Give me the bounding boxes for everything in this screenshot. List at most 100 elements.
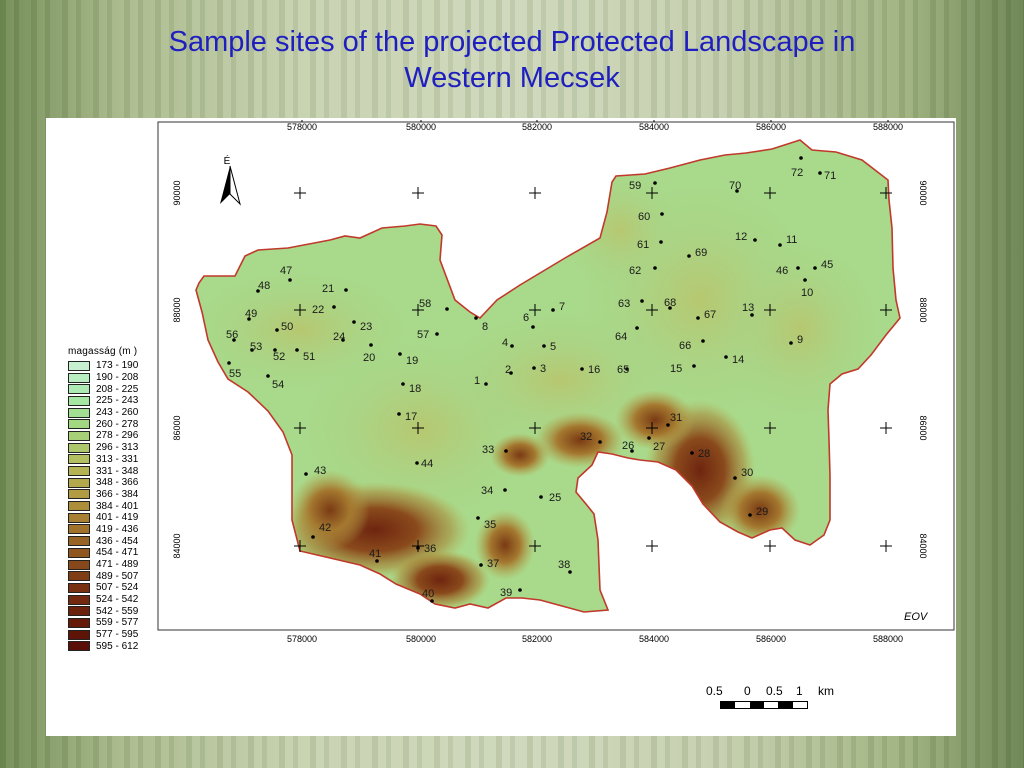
- legend-swatch: [68, 442, 90, 453]
- site-marker: [397, 412, 401, 416]
- site-label: 42: [319, 522, 331, 534]
- site-marker: [369, 343, 373, 347]
- y-tick-label-right: 90000: [918, 180, 928, 205]
- legend-label: 507 - 524: [96, 582, 139, 594]
- site-marker: [542, 344, 546, 348]
- site-marker: [753, 238, 757, 242]
- site-marker: [733, 476, 737, 480]
- legend-entry: 384 - 401: [68, 500, 164, 512]
- scale-label: km: [818, 684, 834, 698]
- legend-label: 313 - 331: [96, 453, 139, 465]
- x-tick-label-bottom: 588000: [873, 634, 903, 644]
- map-figure: 578000 580000 582000 584000 586000 588000 578…: [157, 120, 955, 644]
- legend-entry: 577 - 595: [68, 629, 164, 641]
- site-label: 29: [756, 506, 768, 518]
- site-label: 66: [679, 340, 691, 352]
- legend-swatch: [68, 419, 90, 430]
- legend-entry: 595 - 612: [68, 641, 164, 653]
- site-marker: [687, 254, 691, 258]
- scale-label: 1: [796, 684, 803, 698]
- site-label: 33: [482, 444, 494, 456]
- legend-swatch: [68, 395, 90, 406]
- site-marker: [295, 348, 299, 352]
- legend-label: 366 - 384: [96, 488, 139, 500]
- legend-label: 524 - 542: [96, 594, 139, 606]
- site-marker: [551, 308, 555, 312]
- site-label: 35: [484, 519, 496, 531]
- site-marker: [504, 449, 508, 453]
- site-label: 23: [360, 321, 372, 333]
- legend-entry: 313 - 331: [68, 454, 164, 466]
- site-label: 3: [540, 363, 546, 375]
- scale-bar-graphic: [720, 701, 808, 709]
- legend-entry: 419 - 436: [68, 524, 164, 536]
- site-marker: [803, 278, 807, 282]
- site-label: 71: [824, 170, 836, 182]
- site-label: 58: [419, 298, 431, 310]
- legend-label: 243 - 260: [96, 407, 139, 419]
- legend-label: 559 - 577: [96, 617, 139, 629]
- legend-entry: 331 - 348: [68, 465, 164, 477]
- site-marker: [531, 325, 535, 329]
- legend-swatch: [68, 571, 90, 582]
- legend-entry: 454 - 471: [68, 547, 164, 559]
- site-label: 18: [409, 383, 421, 395]
- x-tick-label-bottom: 582000: [522, 634, 552, 644]
- site-label: 20: [363, 352, 375, 364]
- legend-entry: 524 - 542: [68, 594, 164, 606]
- site-label: 59: [629, 180, 641, 192]
- legend-entry: 190 - 208: [68, 372, 164, 384]
- legend-entry: 296 - 313: [68, 442, 164, 454]
- scale-bar: 0.5 0 0.5 1 km: [706, 684, 846, 709]
- site-label: 47: [280, 265, 292, 277]
- legend-entry: 173 - 190: [68, 360, 164, 372]
- site-label: 36: [424, 543, 436, 555]
- legend-swatch: [68, 384, 90, 395]
- site-marker: [352, 320, 356, 324]
- site-marker: [435, 332, 439, 336]
- legend-swatch: [68, 466, 90, 477]
- legend-label: 348 - 366: [96, 477, 139, 489]
- legend-entry: 436 - 454: [68, 535, 164, 547]
- site-label: 32: [580, 431, 592, 443]
- site-label: 56: [226, 329, 238, 341]
- scale-label: 0.5: [766, 684, 783, 698]
- legend-label: 577 - 595: [96, 629, 139, 641]
- north-label: É: [224, 154, 231, 167]
- site-label: 45: [821, 259, 833, 271]
- legend-entry: 260 - 278: [68, 418, 164, 430]
- legend-label: 419 - 436: [96, 523, 139, 535]
- y-tick-label-left: 90000: [172, 180, 182, 205]
- site-marker: [227, 361, 231, 365]
- legend-swatch: [68, 582, 90, 593]
- legend-entry: 401 - 419: [68, 512, 164, 524]
- site-label: 55: [229, 368, 241, 380]
- site-marker: [635, 326, 639, 330]
- legend-label: 225 - 243: [96, 395, 139, 407]
- site-label: 48: [258, 280, 270, 292]
- site-label: 69: [695, 247, 707, 259]
- site-label: 54: [272, 379, 284, 391]
- site-marker: [796, 266, 800, 270]
- site-marker: [415, 461, 419, 465]
- site-label: 10: [801, 287, 813, 299]
- site-marker: [701, 339, 705, 343]
- site-marker: [288, 278, 292, 282]
- legend-swatch: [68, 430, 90, 441]
- legend-entry: 471 - 489: [68, 559, 164, 571]
- site-label: 11: [786, 234, 797, 246]
- site-label: 43: [314, 465, 326, 477]
- legend-label: 454 - 471: [96, 547, 139, 559]
- legend-entry: 366 - 384: [68, 489, 164, 501]
- site-marker: [724, 355, 728, 359]
- site-marker: [304, 472, 308, 476]
- slide-title: Sample sites of the projected Protected …: [0, 24, 1024, 96]
- site-label: 31: [670, 412, 682, 424]
- site-marker: [398, 352, 402, 356]
- site-label: 30: [741, 467, 753, 479]
- y-tick-label-left: 84000: [172, 533, 182, 558]
- x-tick-label-top: 580000: [406, 122, 436, 132]
- site-marker: [660, 212, 664, 216]
- x-tick-label-top: 582000: [522, 122, 552, 132]
- site-marker: [818, 171, 822, 175]
